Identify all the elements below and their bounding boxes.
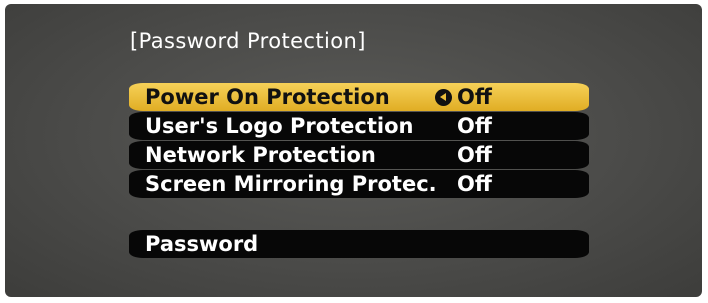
- menu-title: [Password Protection]: [130, 29, 366, 53]
- projector-menu-screen: [Password Protection] Power On Protectio…: [5, 4, 702, 297]
- menu-item-value: Off: [457, 172, 492, 196]
- menu-item-value: Off: [457, 85, 492, 109]
- menu-item-label: Network Protection: [145, 143, 376, 167]
- menu-item-label: User's Logo Protection: [145, 114, 414, 138]
- menu-item-value: Off: [457, 114, 492, 138]
- menu-item-power-on-protection[interactable]: Power On Protection Off: [129, 83, 589, 111]
- menu-item-users-logo-protection[interactable]: User's Logo Protection Off: [129, 112, 589, 140]
- menu-item-label: Power On Protection: [145, 85, 390, 109]
- menu-item-password[interactable]: Password: [129, 230, 589, 258]
- menu-item-value: Off: [457, 143, 492, 167]
- menu-item-network-protection[interactable]: Network Protection Off: [129, 141, 589, 169]
- menu-item-label: Screen Mirroring Protec.: [145, 172, 437, 196]
- menu-item-screen-mirroring-protection[interactable]: Screen Mirroring Protec. Off: [129, 170, 589, 198]
- password-protection-menu: Power On Protection Off User's Logo Prot…: [129, 83, 589, 259]
- left-arrow-circle-icon: [435, 89, 452, 106]
- menu-item-label: Password: [145, 232, 259, 256]
